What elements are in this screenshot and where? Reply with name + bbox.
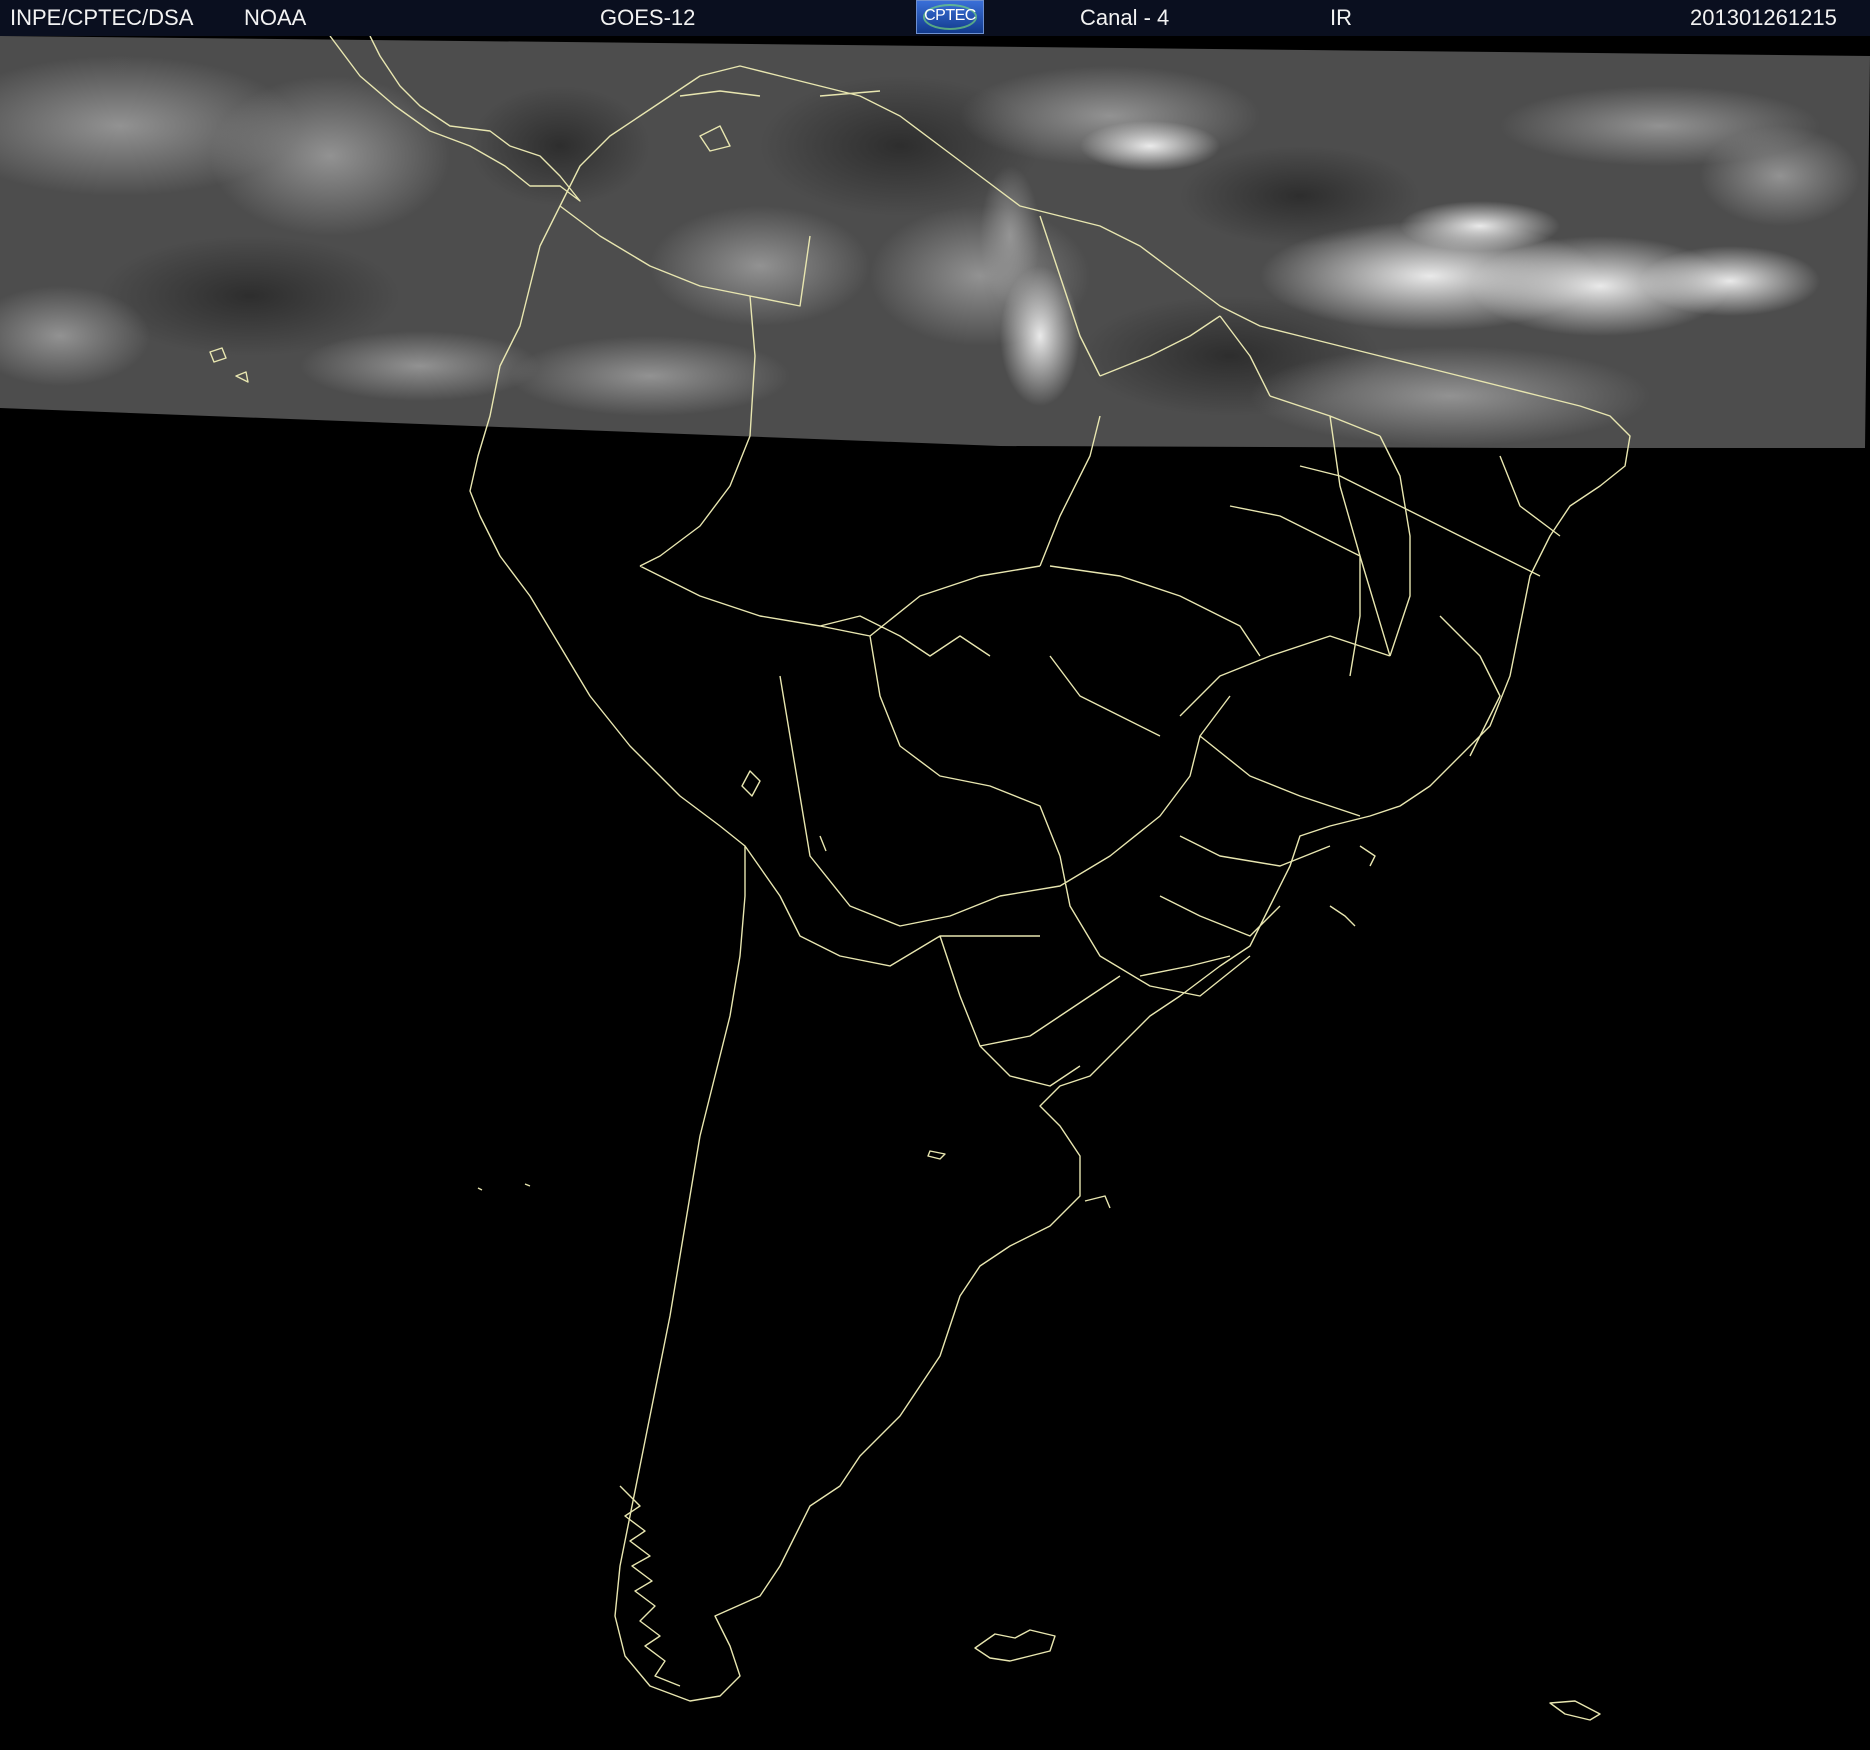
map-svg bbox=[0, 36, 1870, 1750]
ir-cloud-band bbox=[0, 36, 1870, 448]
satellite-map bbox=[0, 36, 1870, 1750]
logo-text: CPTEC bbox=[924, 7, 976, 24]
cptec-logo: CPTEC bbox=[916, 0, 984, 34]
band-label: IR bbox=[1330, 5, 1352, 30]
header-bar: INPE/CPTEC/DSA NOAA GOES-12 CPTEC Canal … bbox=[0, 0, 1870, 36]
agency-label: INPE/CPTEC/DSA bbox=[10, 5, 194, 30]
source-label: NOAA bbox=[244, 5, 307, 30]
timestamp-label: 201301261215 bbox=[1690, 5, 1837, 30]
satellite-label: GOES-12 bbox=[600, 5, 696, 30]
channel-label: Canal - 4 bbox=[1080, 5, 1170, 30]
